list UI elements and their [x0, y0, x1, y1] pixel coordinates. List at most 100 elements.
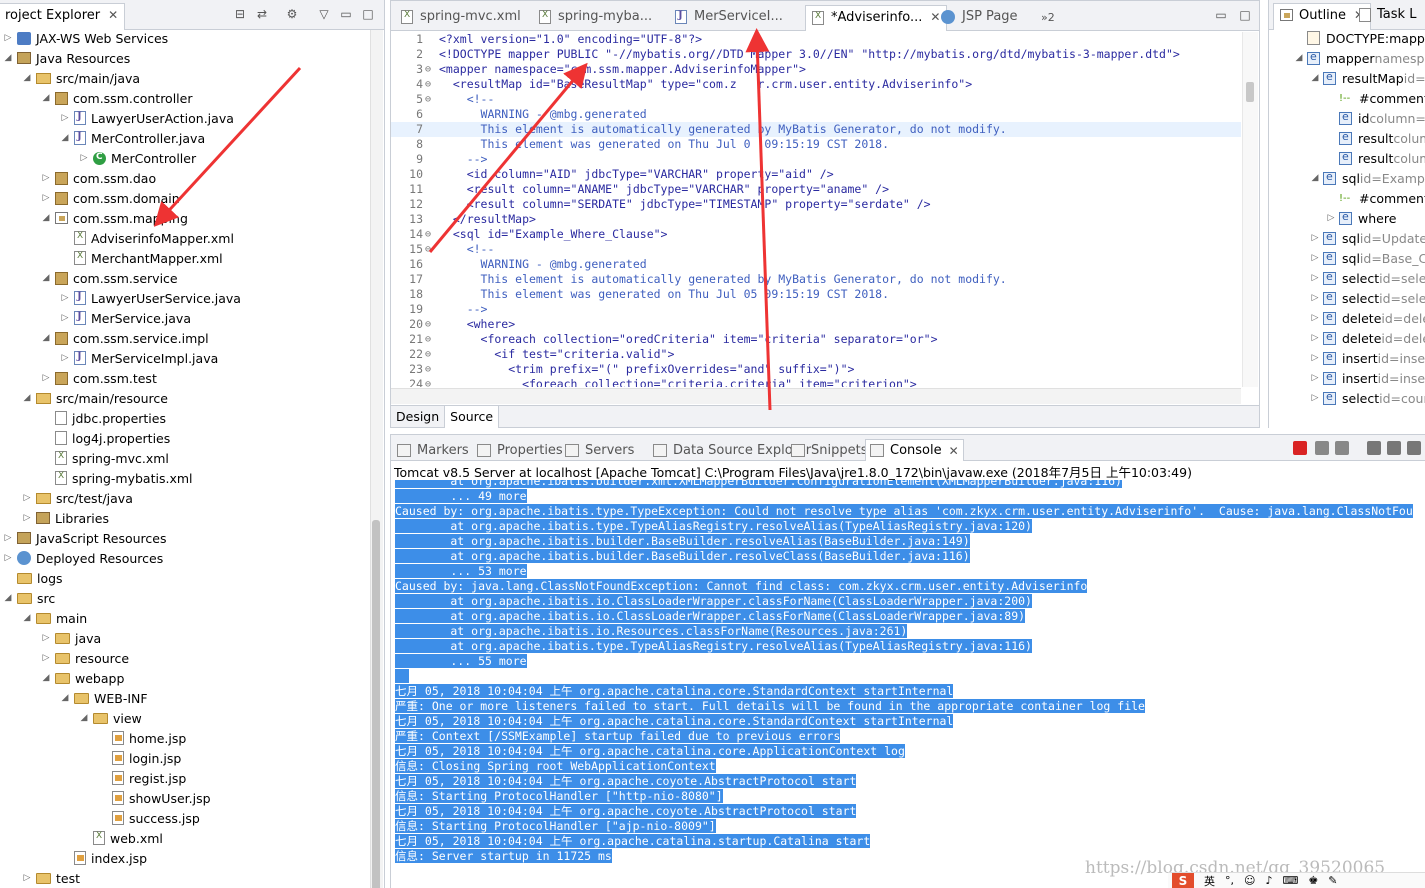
sogou-ime-icon[interactable]: S	[1172, 872, 1194, 888]
tab-snippets[interactable]: Snippets	[787, 439, 871, 461]
expand-open-icon[interactable]: ◢	[21, 613, 33, 623]
close-icon[interactable]: ✕	[104, 8, 118, 22]
expand-closed-icon[interactable]: ▷	[1325, 213, 1337, 223]
tree-item[interactable]: ▷ com.ssm.dao	[40, 168, 157, 188]
fold-toggle-icon[interactable]: ⊖	[425, 332, 431, 347]
expand-open-icon[interactable]: ◢	[1309, 73, 1321, 83]
tree-item[interactable]: ◢ src/main/resource	[21, 388, 168, 408]
editor-vertical-scrollbar[interactable]	[1242, 32, 1258, 387]
tree-item[interactable]: ▷ JavaScript Resources	[2, 528, 167, 548]
tree-item[interactable]: log4j.properties	[40, 428, 170, 448]
console-line[interactable]: at org.apache.ibatis.io.ClassLoaderWrapp…	[395, 594, 1032, 609]
tree-item[interactable]: ▷ test	[21, 868, 80, 888]
tree-item[interactable]: ▷ LawyerUserAction.java	[59, 108, 234, 128]
tree-item[interactable]: ▷ java	[40, 628, 102, 648]
console-line[interactable]: Caused by: org.apache.ibatis.type.TypeEx…	[395, 504, 1413, 519]
outline-item[interactable]: ◢ resultMap id=B	[1309, 68, 1425, 88]
tab-properties[interactable]: Properties	[473, 439, 567, 461]
code-line[interactable]: 17 This element is automatically generat…	[391, 272, 1241, 287]
filter-icon[interactable]: ⚙	[284, 6, 300, 22]
minimize-icon[interactable]: ▭	[338, 6, 354, 22]
code-line[interactable]: 16 WARNING - @mbg.generated	[391, 257, 1241, 272]
console-line[interactable]: 信息: Closing Spring root WebApplicationCo…	[395, 759, 716, 774]
console-output[interactable]: at org.apache.ibatis.builder.xml.XMLMapp…	[395, 480, 1425, 888]
outline-item[interactable]: !-- #comment	[1325, 188, 1425, 208]
tree-item[interactable]: jdbc.properties	[40, 408, 166, 428]
tree-item[interactable]: home.jsp	[97, 728, 186, 748]
console-line[interactable]: 信息: Starting ProtocolHandler ["http-nio-…	[395, 789, 723, 804]
console-line[interactable]: at org.apache.ibatis.type.TypeAliasRegis…	[395, 519, 1032, 534]
expand-open-icon[interactable]: ◢	[21, 393, 33, 403]
expand-closed-icon[interactable]: ▷	[1309, 293, 1321, 303]
code-line[interactable]: 21 ⊖ <foreach collection="oredCriteria" i…	[391, 332, 1241, 347]
outline-item[interactable]: ▷ sql id=Base_Co	[1309, 248, 1425, 268]
console-line[interactable]: 信息: Starting ProtocolHandler ["ajp-nio-8…	[395, 819, 716, 834]
tree-item[interactable]: ◢ com.ssm.controller	[40, 88, 193, 108]
expand-closed-icon[interactable]: ▷	[2, 33, 14, 43]
code-line[interactable]: 22 ⊖ <if test="criteria.valid">	[391, 347, 1241, 362]
outline-item[interactable]: result colum	[1325, 128, 1425, 148]
tab-source[interactable]: Source	[445, 406, 500, 428]
code-line[interactable]: 13 </resultMap>	[391, 212, 1241, 227]
code-line[interactable]: 2 <!DOCTYPE mapper PUBLIC "-//mybatis.org…	[391, 47, 1241, 62]
expand-open-icon[interactable]: ◢	[40, 333, 52, 343]
expand-closed-icon[interactable]: ▷	[1309, 273, 1321, 283]
console-line[interactable]: at org.apache.ibatis.builder.xml.XMLMapp…	[395, 480, 1122, 489]
tree-item[interactable]: ◢ MerController.java	[59, 128, 206, 148]
expand-open-icon[interactable]: ◢	[40, 273, 52, 283]
expand-open-icon[interactable]: ◢	[1309, 173, 1321, 183]
tree-item[interactable]: showUser.jsp	[97, 788, 211, 808]
terminate-icon[interactable]	[1293, 441, 1307, 455]
code-line[interactable]: 14 ⊖ <sql id="Example_Where_Clause">	[391, 227, 1241, 242]
tab-markers[interactable]: Markers	[393, 439, 473, 461]
expand-closed-icon[interactable]: ▷	[40, 373, 52, 383]
tree-item[interactable]: ▷ MerController	[78, 148, 197, 168]
tree-item[interactable]: regist.jsp	[97, 768, 186, 788]
code-line[interactable]: 12 <result column="SERDATE" jdbcType="TI…	[391, 197, 1241, 212]
word-wrap-icon[interactable]	[1407, 441, 1421, 455]
outline-item[interactable]: ▷ delete id=delet	[1309, 328, 1425, 348]
expand-closed-icon[interactable]: ▷	[59, 313, 71, 323]
outline-item[interactable]: ▷ delete id=delet	[1309, 308, 1425, 328]
tree-item[interactable]: ◢ WEB-INF	[59, 688, 148, 708]
console-line[interactable]: 七月 05, 2018 10:04:04 上午 org.apache.catal…	[395, 744, 905, 759]
tree-item[interactable]: ▷ MerService.java	[59, 308, 191, 328]
editor-horizontal-scrollbar[interactable]	[391, 388, 1241, 404]
remove-launch-icon[interactable]	[1315, 441, 1329, 455]
tree-item[interactable]: ◢ com.ssm.mapping	[40, 208, 188, 228]
outline-item[interactable]: ◢ mapper namespac	[1293, 48, 1425, 68]
tree-item[interactable]: ▷ src/test/java	[21, 488, 133, 508]
expand-closed-icon[interactable]: ▷	[21, 493, 33, 503]
explorer-scroll-thumb[interactable]	[372, 520, 380, 888]
editor-tab[interactable]: MerServiceI...	[669, 5, 789, 31]
tree-item[interactable]: ◢ webapp	[40, 668, 125, 688]
link-with-editor-icon[interactable]: ⇄	[254, 6, 270, 22]
code-line[interactable]: 20 ⊖ <where>	[391, 317, 1241, 332]
ime-language-label[interactable]: 英	[1204, 873, 1215, 888]
code-line[interactable]: 8 This element was generated on Thu Jul …	[391, 137, 1241, 152]
outline-item[interactable]: result colum	[1325, 148, 1425, 168]
code-line[interactable]: 10 <id column="AID" jdbcType="VARCHAR" p…	[391, 167, 1241, 182]
minimize-icon[interactable]: ▭	[1213, 7, 1229, 23]
explorer-scrollbar[interactable]	[370, 30, 383, 888]
expand-closed-icon[interactable]: ▷	[1309, 313, 1321, 323]
expand-open-icon[interactable]: ◢	[40, 213, 52, 223]
tab-project-explorer[interactable]: roject Explorer ✕	[0, 3, 126, 30]
tree-item[interactable]: success.jsp	[97, 808, 200, 828]
expand-closed-icon[interactable]: ▷	[1309, 373, 1321, 383]
console-line[interactable]: 严重: Context [/SSMExample] startup failed…	[395, 729, 841, 744]
expand-closed-icon[interactable]: ▷	[2, 553, 14, 563]
tree-item[interactable]: spring-mvc.xml	[40, 448, 169, 468]
expand-closed-icon[interactable]: ▷	[1309, 393, 1321, 403]
editor-tab[interactable]: spring-mvc.xml	[395, 5, 527, 31]
collapse-all-icon[interactable]: ⊟	[232, 6, 248, 22]
code-line[interactable]: 4 ⊖ <resultMap id="BaseResultMap" type="c…	[391, 77, 1241, 92]
outline-item[interactable]: id column=A	[1325, 108, 1425, 128]
tree-item[interactable]: ▷ com.ssm.test	[40, 368, 157, 388]
fold-toggle-icon[interactable]: ⊖	[425, 347, 431, 362]
console-line[interactable]: 信息: Server startup in 11725 ms	[395, 849, 612, 864]
expand-closed-icon[interactable]: ▷	[21, 873, 33, 883]
expand-open-icon[interactable]: ◢	[2, 53, 14, 63]
fold-toggle-icon[interactable]: ⊖	[425, 77, 431, 92]
outline-item[interactable]: ▷ select id=count	[1309, 388, 1425, 408]
